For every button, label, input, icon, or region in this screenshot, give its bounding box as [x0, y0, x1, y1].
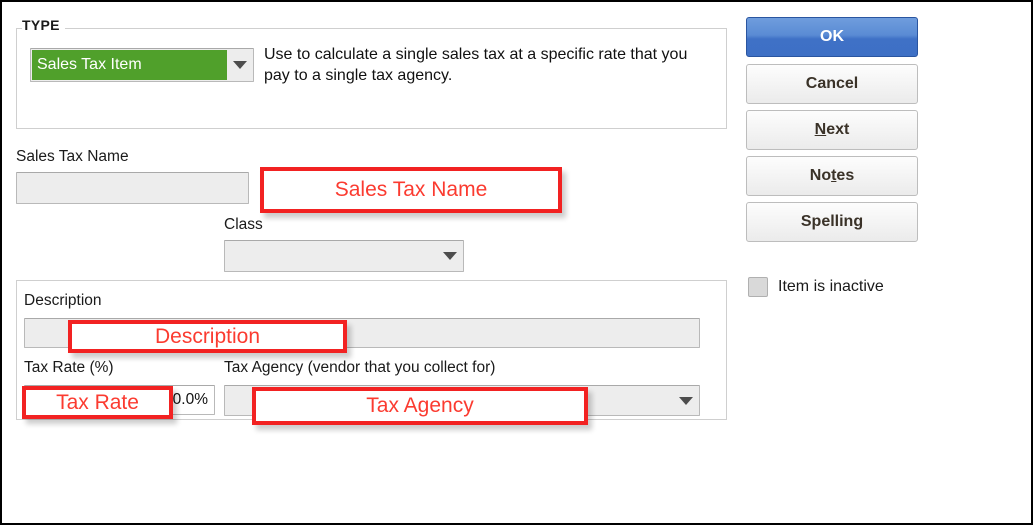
tax-agency-dropdown-button[interactable] [673, 386, 699, 415]
chevron-down-icon [443, 252, 457, 260]
notes-button-label-a: No [809, 167, 832, 184]
annotation-description: Description [68, 320, 347, 353]
chevron-down-icon [679, 396, 693, 405]
item-is-inactive-row[interactable]: Item is inactive [748, 277, 884, 297]
spelling-button-accel: g [853, 213, 864, 230]
cancel-button-label: Cancel [805, 75, 859, 92]
ok-button[interactable]: OK [746, 17, 918, 57]
sales-tax-name-label: Sales Tax Name [16, 148, 129, 165]
annotation-sales-tax-name: Sales Tax Name [260, 167, 562, 213]
chevron-down-icon [233, 61, 247, 69]
ok-button-label: OK [820, 28, 844, 45]
item-type-dropdown[interactable]: Sales Tax Item [30, 48, 254, 82]
type-group-legend: TYPE [22, 17, 65, 33]
spelling-button-label-a: Spellin [800, 213, 854, 230]
tax-rate-value: 0.0% [172, 391, 208, 408]
item-type-dropdown-button[interactable] [227, 49, 253, 81]
sales-tax-name-input[interactable] [16, 172, 249, 204]
annotation-tax-agency: Tax Agency [252, 387, 588, 425]
annotation-description-text: Description [154, 324, 261, 348]
next-button-accel: N [814, 121, 827, 138]
notes-button-label-b: es [836, 167, 855, 184]
annotation-tax-rate: Tax Rate [22, 386, 173, 419]
annotation-sales-tax-name-text: Sales Tax Name [334, 178, 488, 201]
notes-button[interactable]: Notes [746, 156, 918, 196]
description-label: Description [24, 292, 102, 309]
tax-agency-label: Tax Agency (vendor that you collect for) [224, 359, 496, 376]
item-is-inactive-label: Item is inactive [778, 278, 884, 295]
type-help-text: Use to calculate a single sales tax at a… [264, 46, 688, 84]
spelling-button[interactable]: Spelling [746, 202, 918, 242]
item-is-inactive-checkbox[interactable] [748, 277, 768, 297]
item-type-selected-value: Sales Tax Item [32, 50, 227, 80]
class-dropdown-button[interactable] [437, 241, 463, 271]
annotation-tax-agency-text: Tax Agency [366, 394, 474, 417]
next-button[interactable]: Next [746, 110, 918, 150]
sales-tax-item-dialog: TYPE Sales Tax Item Use to calculate a s… [0, 0, 1033, 525]
annotation-tax-rate-text: Tax Rate [56, 390, 139, 414]
cancel-button[interactable]: Cancel [746, 64, 918, 104]
next-button-label: ext [826, 121, 850, 138]
tax-rate-label: Tax Rate (%) [24, 359, 114, 376]
class-label: Class [224, 216, 263, 233]
class-dropdown[interactable] [224, 240, 464, 272]
class-selected-value [225, 241, 437, 271]
